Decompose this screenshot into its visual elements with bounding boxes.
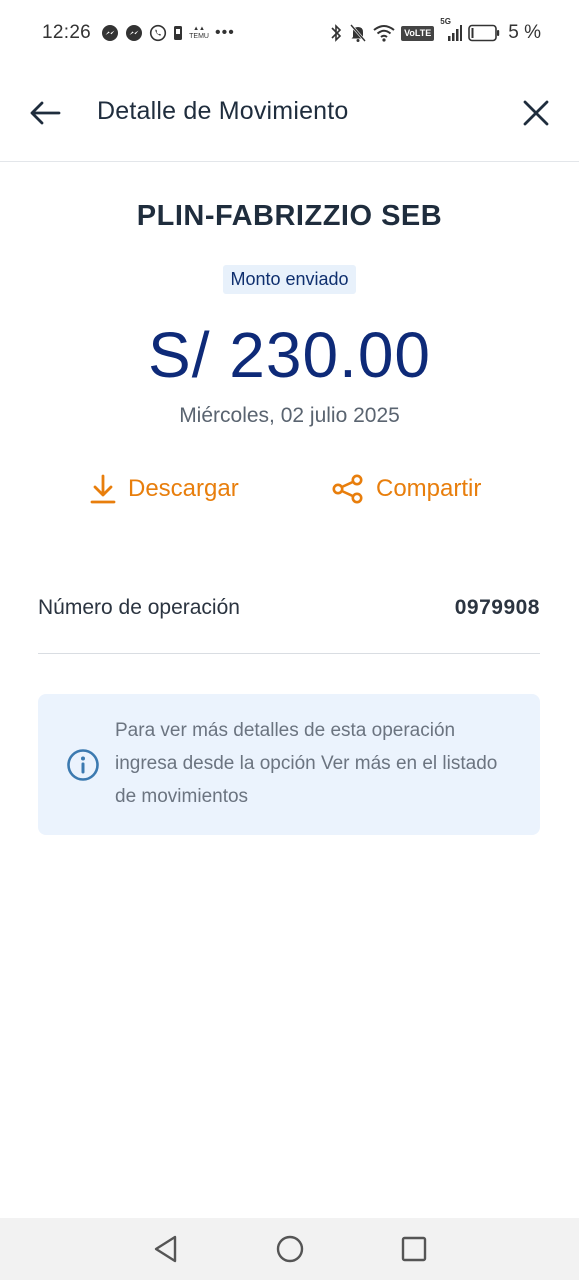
header: Detalle de Movimiento: [0, 66, 579, 162]
circle-home-icon: [276, 1235, 303, 1263]
download-button[interactable]: Descargar: [90, 474, 239, 504]
recipient-name: PLIN-FABRIZZIO SEB: [136, 200, 443, 232]
battery-icon: [468, 24, 500, 42]
status-right: VoLTE 5G 5 %: [329, 17, 541, 44]
share-label: Compartir: [376, 475, 482, 502]
square-recents-icon: [401, 1236, 426, 1262]
info-text: Para ver más detalles de esta operación …: [115, 720, 498, 807]
nav-recents-button[interactable]: [392, 1227, 436, 1271]
close-button[interactable]: [517, 94, 555, 132]
operation-number-row: Número de operación 0979908: [38, 588, 540, 654]
messenger-icon: [101, 24, 119, 42]
page-title: Detalle de Movimiento: [97, 97, 349, 125]
messenger-icon: [125, 24, 143, 42]
more-dots-icon: •••: [215, 24, 235, 41]
status-bar: 12:26 ▲▲ TEMU ••• VoLTE 5G 5 %: [0, 0, 579, 66]
status-left: 12:26 ▲▲ TEMU •••: [42, 22, 235, 44]
battery-percent: 5 %: [508, 22, 541, 43]
share-button[interactable]: Compartir: [332, 474, 481, 504]
temu-text: TEMU: [189, 33, 209, 40]
info-box: Para ver más detalles de esta operación …: [38, 694, 540, 835]
screen: 12:26 ▲▲ TEMU ••• VoLTE 5G 5 % Detalle d…: [0, 0, 579, 1280]
wifi-icon: [373, 24, 395, 42]
sim-icon: [173, 25, 183, 41]
close-icon: [523, 100, 549, 126]
operation-number-label: Número de operación: [38, 596, 240, 619]
triangle-back-icon: [154, 1235, 176, 1263]
back-button[interactable]: [26, 94, 64, 132]
amount-tag-wrap: Monto enviado: [0, 265, 579, 294]
download-icon: [90, 474, 116, 504]
temu-icon: ▲▲ TEMU: [189, 26, 209, 40]
nav-back-button[interactable]: [144, 1227, 188, 1271]
amount-tag: Monto enviado: [223, 265, 356, 294]
info-icon: [67, 749, 99, 781]
status-time: 12:26: [42, 22, 92, 43]
bluetooth-icon: [329, 23, 343, 43]
navigation-bar: [0, 1218, 579, 1280]
share-icon: [332, 474, 363, 504]
actions: Descargar Compartir: [0, 474, 579, 514]
download-label: Descargar: [128, 475, 239, 502]
amount: S/ 230.00: [148, 319, 431, 391]
arrow-left-icon: [30, 101, 61, 125]
signal-icon: 5G: [440, 17, 463, 42]
operation-number-value: 0979908: [454, 596, 540, 619]
whatsapp-icon: [149, 24, 167, 42]
network-type: 5G: [440, 17, 451, 26]
volte-badge: VoLTE: [401, 25, 435, 41]
bell-muted-icon: [349, 23, 367, 43]
nav-home-button[interactable]: [268, 1227, 312, 1271]
transaction-date: Miércoles, 02 julio 2025: [179, 404, 400, 427]
